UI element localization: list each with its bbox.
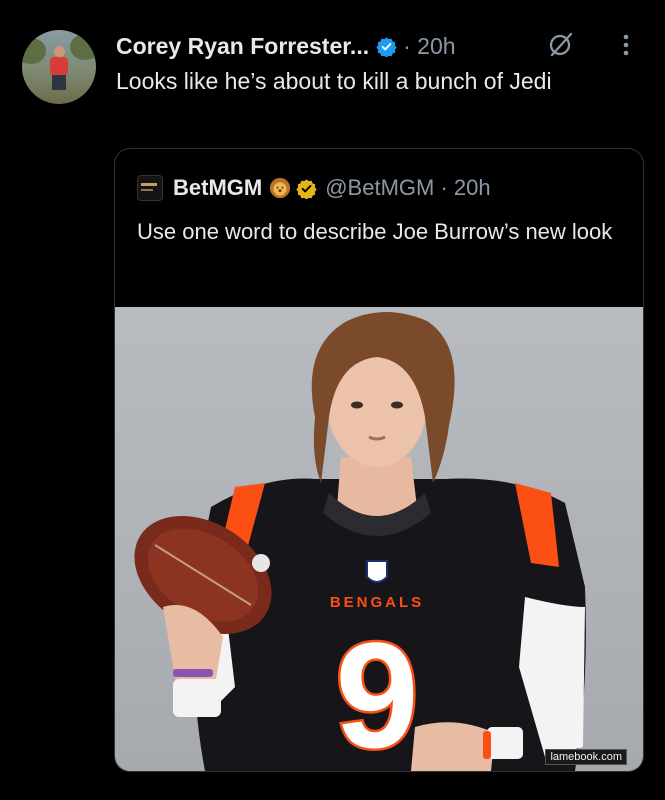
jersey-team-text: BENGALS	[330, 594, 424, 611]
avatar-tree-shape	[70, 34, 96, 60]
quoted-author-name[interactable]: BetMGM	[173, 175, 262, 201]
avatar-person	[50, 46, 68, 90]
more-options-icon[interactable]	[621, 33, 631, 57]
author-avatar[interactable]	[22, 30, 96, 104]
tweet-header: Corey Ryan Forrester... · 20h	[116, 30, 456, 62]
avatar-tree-shape	[22, 38, 46, 64]
quoted-handle-timestamp[interactable]: @BetMGM · 20h	[325, 175, 490, 201]
jersey-number: 9	[335, 611, 418, 771]
author-name[interactable]: Corey Ryan Forrester...	[116, 33, 369, 60]
quoted-tweet-header: BetMGM @BetMGM · 20h	[137, 173, 491, 203]
lion-emoji-icon	[270, 177, 291, 199]
joe-burrow-photo-illustration: BENGALS 9	[134, 312, 586, 771]
tweet-timestamp[interactable]: · 20h	[403, 33, 455, 60]
quoted-tweet-card[interactable]: BetMGM @BetMGM · 20h Use one word to des…	[114, 148, 644, 772]
grok-icon[interactable]	[547, 30, 575, 58]
watermark-label: lamebook.com	[545, 749, 627, 765]
quoted-tweet-photo[interactable]: BENGALS 9 lamebook.com	[115, 307, 643, 771]
tweet-text: Looks like he’s about to kill a bunch of…	[116, 68, 552, 94]
quoted-author-avatar[interactable]	[137, 175, 163, 201]
gold-verified-badge-icon	[296, 178, 317, 199]
quoted-tweet-text: Use one word to describe Joe Burrow’s ne…	[137, 219, 613, 244]
verified-badge-icon	[376, 36, 397, 57]
